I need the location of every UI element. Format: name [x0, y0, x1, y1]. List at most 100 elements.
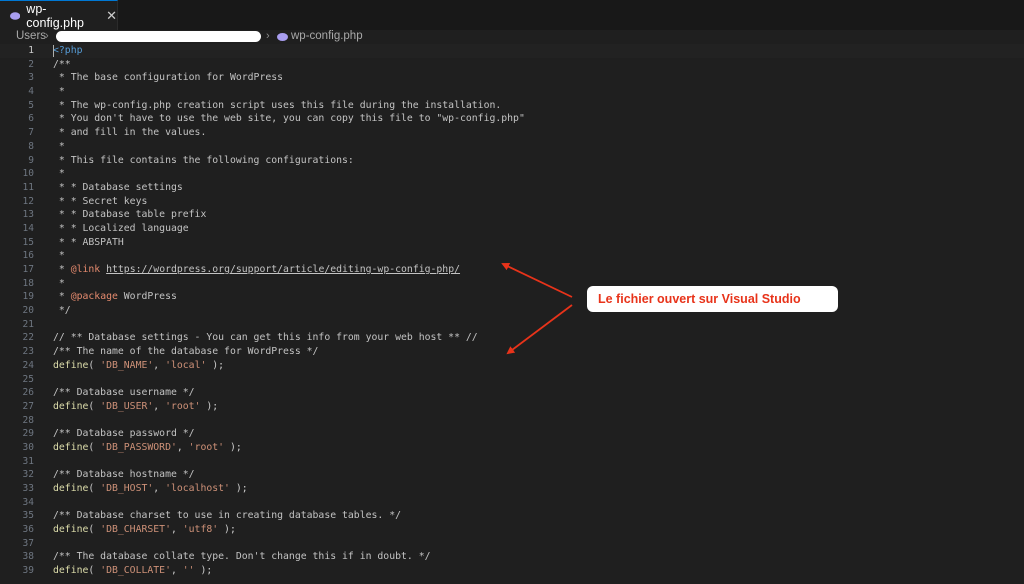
line-number: 10 [22, 168, 34, 180]
code-line[interactable]: * You don't have to use the web site, yo… [53, 112, 1013, 126]
code-token: * [53, 140, 65, 152]
code-line[interactable]: * The base configuration for WordPress [53, 71, 1013, 85]
code-token: ( [88, 524, 101, 536]
code-token: /** Database hostname */ [53, 469, 195, 481]
line-number: 32 [22, 469, 34, 481]
code-token: 'DB_CHARSET' [100, 524, 171, 536]
code-token: * You don't have to use the web site, yo… [53, 113, 525, 125]
code-token: ); [224, 441, 242, 453]
code-token: define [53, 565, 89, 577]
code-token: '' [182, 565, 195, 577]
code-line[interactable]: * * Localized language [53, 222, 1013, 236]
code-line[interactable]: * [53, 85, 1013, 99]
line-number: 17 [22, 264, 34, 275]
code-token: ); [218, 524, 236, 536]
code-line[interactable]: * The wp-config.php creation script uses… [53, 99, 1013, 113]
code-token: * * Database settings [53, 181, 183, 193]
line-number: 23 [22, 346, 34, 358]
code-token: ); [200, 400, 219, 412]
line-number: 2 [28, 58, 34, 70]
code-line[interactable]: define( 'DB_PASSWORD', 'root' ); [53, 441, 1013, 455]
line-number: 20 [22, 305, 34, 317]
code-area[interactable]: <?php /** * The base configuration for Wo… [53, 44, 1013, 578]
line-number: 7 [28, 127, 34, 139]
code-token: , [153, 400, 166, 412]
code-line[interactable]: define( 'DB_CHARSET', 'utf8' ); [53, 523, 1013, 537]
code-line[interactable]: define( 'DB_HOST', 'localhost' ); [53, 482, 1013, 496]
code-line[interactable]: * * ABSPATH [53, 236, 1013, 250]
code-line[interactable]: // ** Database settings - You can get th… [53, 331, 1013, 345]
code-line[interactable]: */ [53, 304, 1013, 318]
line-number: 1 [28, 45, 34, 56]
code-line[interactable]: define( 'DB_USER', 'root' ); [53, 400, 1013, 414]
code-token: define [53, 483, 89, 494]
code-token: ); [229, 483, 248, 494]
code-line[interactable]: * [53, 167, 1013, 181]
code-line[interactable]: * * Secret keys [53, 195, 1013, 209]
code-line[interactable] [53, 455, 1013, 469]
code-line[interactable]: /** The database collate type. Don't cha… [53, 550, 1013, 564]
code-token: <?php [53, 45, 83, 56]
breadcrumb-users[interactable]: Users [16, 29, 46, 43]
line-number: 11 [22, 181, 34, 193]
code-token: 'DB_COLLATE' [100, 565, 171, 577]
line-number: 19 [22, 291, 34, 303]
code-token: 'root' [188, 441, 225, 453]
code-line[interactable] [53, 373, 1013, 387]
code-line[interactable]: * * Database settings [53, 181, 1013, 195]
code-token: , [153, 483, 166, 494]
code-line[interactable]: define( 'DB_NAME', 'local' ); [53, 359, 1013, 373]
code-line[interactable]: <?php [53, 44, 1013, 58]
code-line[interactable]: /** [53, 58, 1013, 72]
code-token: * [53, 277, 65, 289]
code-token: WordPress [117, 291, 177, 303]
code-line[interactable]: /** Database charset to use in creating … [53, 509, 1013, 523]
code-line[interactable]: define( 'DB_COLLATE', '' ); [53, 564, 1013, 578]
code-line[interactable] [53, 318, 1013, 332]
code-token: /** Database username */ [53, 387, 195, 399]
code-token: , [170, 565, 183, 577]
line-number: 26 [22, 387, 34, 399]
code-line[interactable] [53, 537, 1013, 551]
line-number: 34 [22, 496, 34, 508]
code-line[interactable]: * * Database table prefix [53, 208, 1013, 222]
code-line[interactable] [53, 496, 1013, 510]
line-number: 39 [22, 565, 34, 577]
close-icon[interactable]: ✕ [106, 8, 117, 24]
code-token: @package [70, 291, 118, 303]
code-token: /** [53, 58, 71, 70]
tab-bar: wp-config.php ✕ [0, 0, 1024, 31]
code-line[interactable]: * This file contains the following confi… [53, 154, 1013, 168]
line-number: 33 [22, 483, 34, 494]
code-editor[interactable]: 1 2 3 4 5 6 7 8 9 10 11 12 13 14 15 16 17 18 19 20 21 22 23 24 2… [0, 44, 1024, 584]
code-line[interactable]: * [53, 140, 1013, 154]
code-line[interactable]: * and fill in the values. [53, 126, 1013, 140]
code-line[interactable]: * [53, 249, 1013, 263]
line-number: 28 [22, 414, 34, 426]
code-token: define [53, 400, 89, 412]
tab-wp-config[interactable]: wp-config.php ✕ [0, 0, 118, 30]
code-token: ); [194, 565, 213, 577]
line-number: 14 [22, 222, 34, 234]
code-line[interactable]: * @package WordPress [53, 290, 1013, 304]
line-number: 38 [22, 551, 34, 563]
code-line[interactable]: /** Database username */ [53, 386, 1013, 400]
code-line[interactable] [53, 414, 1013, 428]
breadcrumb-file[interactable]: wp-config.php [291, 29, 363, 43]
annotation-text: Le fichier ouvert sur Visual Studio [598, 292, 801, 306]
line-number: 22 [22, 332, 34, 344]
annotation-callout: Le fichier ouvert sur Visual Studio [587, 286, 838, 312]
code-line[interactable]: /** Database password */ [53, 427, 1013, 441]
line-number: 31 [22, 455, 34, 467]
code-token: ( [88, 359, 101, 371]
code-token: * [53, 86, 65, 98]
code-line[interactable]: /** Database hostname */ [53, 468, 1013, 482]
code-line[interactable]: * [53, 277, 1013, 291]
code-line[interactable]: * @link https://wordpress.org/support/ar… [53, 263, 1013, 277]
line-number: 5 [28, 99, 34, 111]
code-token: * This file contains the following confi… [53, 154, 354, 166]
text-caret [53, 45, 54, 57]
code-token: 'DB_USER' [100, 400, 154, 412]
code-line[interactable]: /** The name of the database for WordPre… [53, 345, 1013, 359]
line-number: 29 [22, 428, 34, 440]
